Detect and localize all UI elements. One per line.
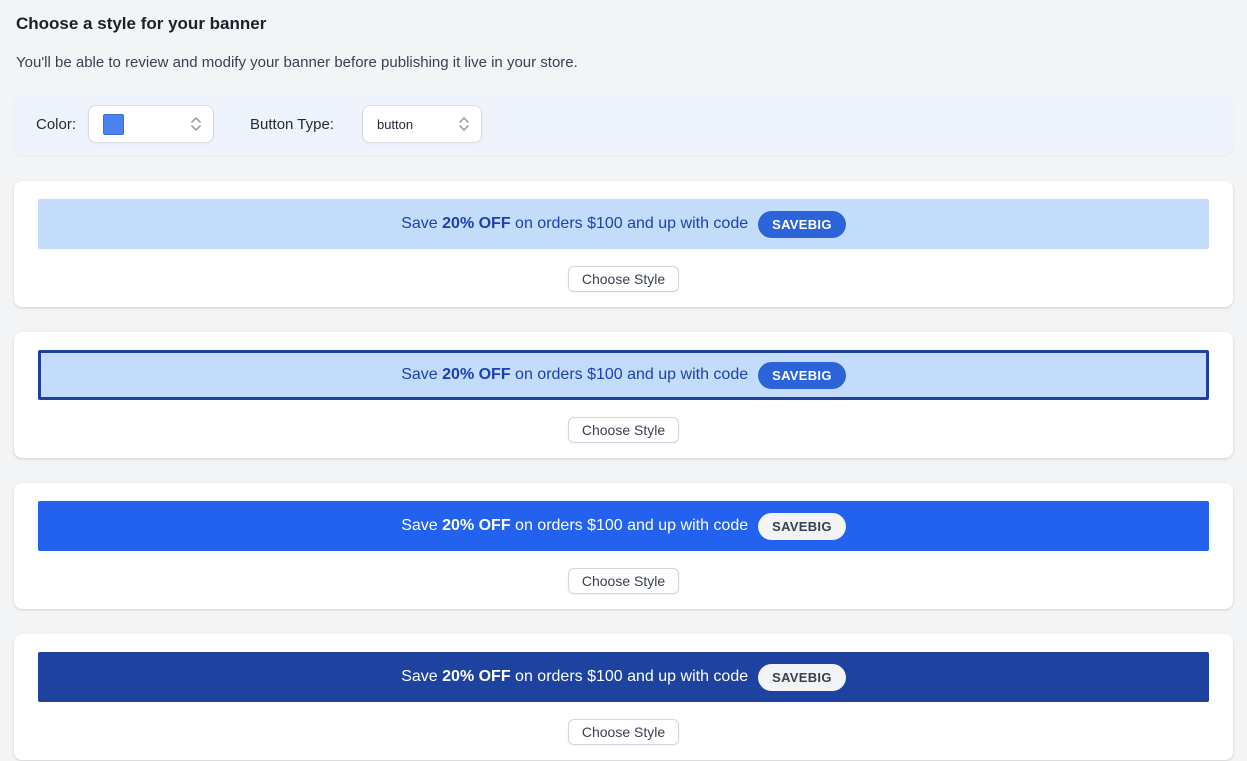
- code-pill: SAVEBIG: [758, 513, 846, 540]
- page-subtitle: You'll be able to review and modify your…: [14, 54, 1233, 71]
- code-pill: SAVEBIG: [758, 664, 846, 691]
- button-type-select[interactable]: button: [362, 105, 482, 143]
- banner-text: Save 20% OFF on orders $100 and up with …: [401, 215, 748, 233]
- color-label: Color:: [36, 116, 76, 133]
- code-pill: SAVEBIG: [758, 211, 846, 238]
- button-type-value: button: [377, 117, 413, 132]
- color-select[interactable]: [88, 105, 214, 143]
- banner-text: Save 20% OFF on orders $100 and up with …: [401, 517, 748, 535]
- banner-preview: Save 20% OFF on orders $100 and up with …: [38, 199, 1209, 249]
- code-pill: SAVEBIG: [758, 362, 846, 389]
- banner-preview: Save 20% OFF on orders $100 and up with …: [38, 350, 1209, 400]
- style-card: Save 20% OFF on orders $100 and up with …: [14, 181, 1233, 307]
- style-card: Save 20% OFF on orders $100 and up with …: [14, 332, 1233, 458]
- choose-style-button[interactable]: Choose Style: [568, 568, 679, 594]
- page-title: Choose a style for your banner: [14, 14, 1233, 34]
- choose-style-button[interactable]: Choose Style: [568, 719, 679, 745]
- style-card: Save 20% OFF on orders $100 and up with …: [14, 634, 1233, 760]
- banner-options-toolbar: Color: Button Type: button: [14, 93, 1233, 155]
- banner-preview: Save 20% OFF on orders $100 and up with …: [38, 501, 1209, 551]
- choose-style-button[interactable]: Choose Style: [568, 417, 679, 443]
- chevron-updown-icon: [459, 117, 469, 131]
- banner-preview: Save 20% OFF on orders $100 and up with …: [38, 652, 1209, 702]
- color-swatch: [103, 114, 124, 135]
- button-type-label: Button Type:: [250, 116, 334, 133]
- banner-text: Save 20% OFF on orders $100 and up with …: [401, 366, 748, 384]
- choose-style-button[interactable]: Choose Style: [568, 266, 679, 292]
- style-card: Save 20% OFF on orders $100 and up with …: [14, 483, 1233, 609]
- chevron-updown-icon: [191, 117, 201, 131]
- banner-text: Save 20% OFF on orders $100 and up with …: [401, 668, 748, 686]
